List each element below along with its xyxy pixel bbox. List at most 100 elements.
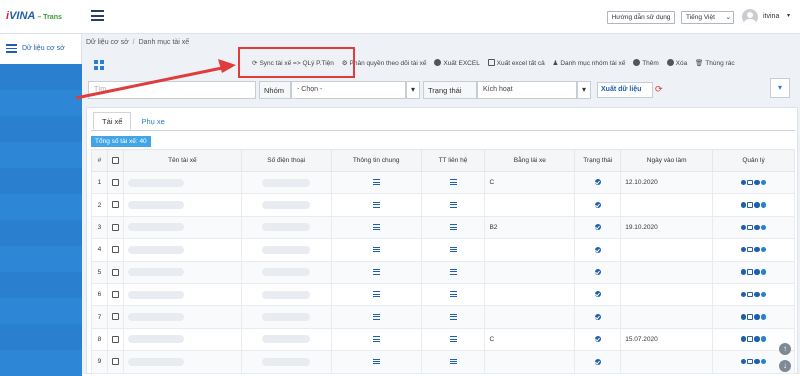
- row-checkbox[interactable]: [111, 223, 119, 231]
- refresh-icon[interactable]: [760, 291, 767, 298]
- info-icon[interactable]: [740, 358, 747, 365]
- refresh-icon[interactable]: [760, 269, 767, 275]
- sidebar-item[interactable]: [0, 220, 82, 246]
- list-icon[interactable]: [372, 313, 380, 320]
- list-icon[interactable]: [372, 336, 380, 342]
- col-license[interactable]: Bằng lái xe: [484, 149, 576, 172]
- list-icon[interactable]: [449, 246, 457, 253]
- refresh-icon[interactable]: [760, 202, 767, 208]
- list-icon[interactable]: [449, 358, 457, 365]
- col-phone[interactable]: Số điện thoại: [240, 149, 332, 172]
- driver-name-cell[interactable]: [122, 215, 242, 240]
- driver-name-cell[interactable]: [122, 327, 242, 352]
- info-icon[interactable]: [740, 336, 747, 342]
- info-icon[interactable]: [740, 202, 747, 208]
- table-row[interactable]: 5: [91, 260, 795, 284]
- driver-group-button[interactable]: ♟ Danh mục nhóm tài xế: [553, 59, 626, 67]
- info-icon[interactable]: [740, 314, 747, 320]
- row-checkbox[interactable]: [111, 201, 119, 209]
- list-icon[interactable]: [449, 336, 457, 342]
- refresh-icon[interactable]: [760, 246, 767, 253]
- sidebar-item[interactable]: [0, 298, 82, 324]
- edit-icon[interactable]: [747, 202, 753, 208]
- driver-name-cell[interactable]: [122, 193, 242, 217]
- list-icon[interactable]: [449, 201, 457, 208]
- list-icon[interactable]: [449, 313, 457, 320]
- row-checkbox[interactable]: [111, 246, 119, 254]
- edit-icon[interactable]: [747, 291, 753, 298]
- status-select[interactable]: Kích hoạt: [477, 81, 577, 99]
- tab-assistants[interactable]: Phụ xe: [133, 113, 172, 131]
- driver-name-cell[interactable]: [122, 305, 242, 329]
- edit-icon[interactable]: [747, 246, 753, 253]
- delete-icon[interactable]: [754, 179, 760, 186]
- col-status[interactable]: Trạng thái: [574, 149, 622, 172]
- tab-drivers[interactable]: Tài xế: [93, 112, 132, 130]
- refresh-icon[interactable]: [760, 224, 767, 230]
- delete-icon[interactable]: [754, 246, 760, 253]
- chevron-down-icon[interactable]: ▾: [577, 81, 591, 99]
- delete-icon[interactable]: [754, 202, 760, 208]
- table-row[interactable]: 2: [91, 193, 795, 217]
- delete-icon[interactable]: [754, 314, 760, 320]
- export-excel-button[interactable]: Xuất EXCEL: [434, 58, 480, 67]
- refresh-icon[interactable]: [760, 358, 767, 365]
- username[interactable]: itvina: [763, 13, 779, 20]
- hamburger-menu-icon[interactable]: [91, 10, 104, 21]
- row-checkbox[interactable]: [111, 335, 119, 343]
- sidebar-item[interactable]: [0, 350, 82, 376]
- delete-icon[interactable]: [754, 291, 760, 298]
- user-guide-button[interactable]: Hướng dẫn sử dụng: [607, 11, 675, 24]
- col-name[interactable]: Tên tài xế: [122, 149, 242, 172]
- list-icon[interactable]: [372, 291, 380, 298]
- table-row[interactable]: 7: [91, 305, 795, 329]
- table-row[interactable]: 6: [91, 282, 795, 307]
- edit-icon[interactable]: [747, 358, 753, 365]
- export-data-button[interactable]: Xuất dữ liệu: [597, 82, 653, 98]
- sidebar-item[interactable]: [0, 272, 82, 298]
- refresh-icon[interactable]: ⟳: [655, 84, 663, 95]
- table-row[interactable]: 9: [91, 350, 795, 374]
- table-row[interactable]: 8 C 15.07.2020: [91, 327, 795, 352]
- delete-icon[interactable]: [754, 358, 760, 365]
- list-icon[interactable]: [449, 179, 457, 186]
- edit-icon[interactable]: [747, 224, 753, 230]
- avatar[interactable]: [742, 9, 758, 25]
- info-icon[interactable]: [740, 246, 747, 253]
- sidebar-item-base-data[interactable]: Dữ liệu cơ sở: [0, 34, 82, 64]
- row-checkbox[interactable]: [111, 358, 119, 366]
- refresh-icon[interactable]: [760, 336, 767, 342]
- list-icon[interactable]: [372, 179, 380, 186]
- refresh-icon[interactable]: [760, 314, 767, 320]
- refresh-icon[interactable]: [760, 179, 767, 186]
- scroll-down-icon[interactable]: ↓: [779, 360, 791, 372]
- driver-name-cell[interactable]: [122, 350, 242, 374]
- col-start-date[interactable]: Ngày vào làm: [620, 149, 714, 172]
- edit-icon[interactable]: [747, 336, 753, 342]
- list-icon[interactable]: [449, 291, 457, 298]
- chevron-down-icon[interactable]: ▾: [406, 81, 420, 99]
- info-icon[interactable]: [740, 291, 747, 298]
- list-icon[interactable]: [372, 246, 380, 253]
- sidebar-item[interactable]: [0, 64, 82, 90]
- table-row[interactable]: 4: [91, 238, 795, 262]
- sidebar-item[interactable]: [0, 116, 82, 142]
- select-all-checkbox[interactable]: [111, 156, 119, 164]
- list-icon[interactable]: [449, 269, 457, 275]
- driver-name-cell[interactable]: [122, 170, 242, 195]
- edit-icon[interactable]: [747, 179, 753, 186]
- info-icon[interactable]: [740, 179, 747, 186]
- list-icon[interactable]: [372, 201, 380, 208]
- sidebar-item[interactable]: [0, 324, 82, 350]
- table-row[interactable]: 1 C 12.10.2020: [91, 170, 795, 195]
- driver-name-cell[interactable]: [122, 238, 242, 262]
- trash-button[interactable]: 🗑 Thùng rác: [695, 59, 735, 67]
- info-icon[interactable]: [740, 269, 747, 275]
- driver-name-cell[interactable]: [122, 282, 242, 307]
- delete-icon[interactable]: [754, 269, 760, 275]
- info-icon[interactable]: [740, 224, 747, 230]
- delete-button[interactable]: Xóa: [666, 58, 687, 67]
- driver-name-cell[interactable]: [122, 260, 242, 284]
- delete-icon[interactable]: [754, 336, 760, 342]
- brand-logo[interactable]: iVINA – Trans: [6, 10, 62, 22]
